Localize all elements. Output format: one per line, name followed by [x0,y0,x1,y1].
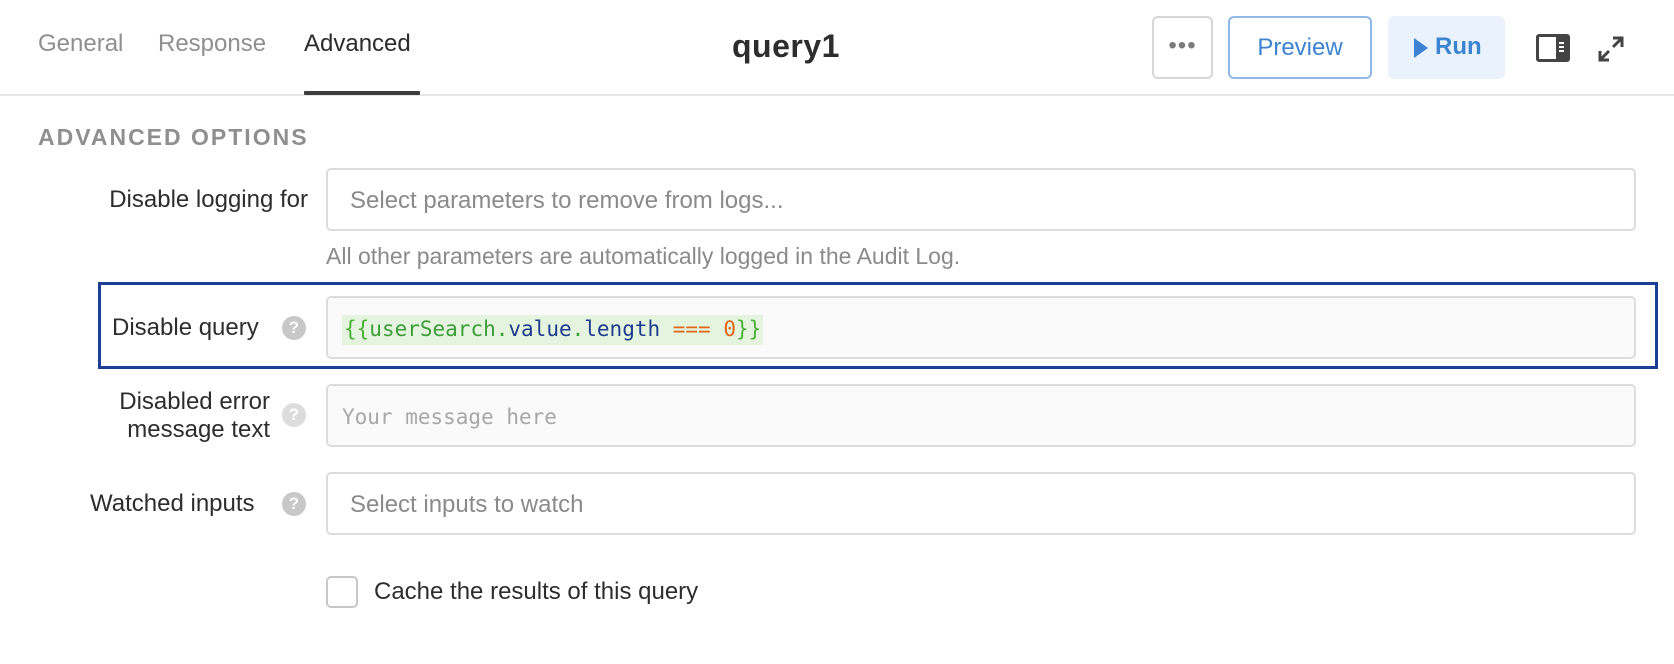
query-editor-header: General Response Advanced query1 ••• Pre… [0,0,1674,96]
preview-button[interactable]: Preview [1228,16,1372,79]
toggle-panel-icon[interactable] [1536,34,1570,62]
cache-results-checkbox[interactable] [326,576,358,608]
watched-inputs-placeholder: Select inputs to watch [350,491,584,518]
disabled-error-label-line2: message text [127,416,270,443]
disable-query-code: {{userSearch.value.length === 0}} [342,315,764,345]
play-icon [1414,38,1428,58]
query-title[interactable]: query1 [732,28,840,65]
cache-results-label[interactable]: Cache the results of this query [374,578,698,606]
watched-inputs-help-icon[interactable]: ? [282,492,306,516]
tab-general[interactable]: General [38,30,123,58]
audit-log-hint: All other parameters are automatically l… [326,243,961,269]
disabled-error-label-line1: Disabled error [119,388,270,415]
section-title: ADVANCED OPTIONS [38,124,309,150]
disable-logging-select[interactable]: Select parameters to remove from logs... [326,168,1636,231]
more-options-button[interactable]: ••• [1152,16,1213,79]
expand-icon[interactable] [1596,34,1626,64]
disable-logging-label: Disable logging for [109,186,308,213]
watched-inputs-select[interactable]: Select inputs to watch [326,472,1636,535]
more-icon: ••• [1168,32,1197,59]
disabled-error-label: Disabled error message text [90,388,270,444]
watched-inputs-label: Watched inputs [90,490,255,517]
active-tab-indicator [304,91,420,95]
disable-query-label: Disable query [112,314,259,341]
tab-response[interactable]: Response [158,30,266,58]
run-button-label: Run [1435,33,1482,60]
disable-query-help-icon[interactable]: ? [282,316,306,340]
disabled-error-input[interactable]: Your message here [326,384,1636,447]
run-button[interactable]: Run [1388,16,1505,79]
disable-query-input[interactable]: {{userSearch.value.length === 0}} [326,296,1636,359]
disabled-error-help-icon[interactable]: ? [282,403,306,427]
disable-logging-placeholder: Select parameters to remove from logs... [350,187,784,214]
tab-advanced[interactable]: Advanced [304,30,411,58]
disabled-error-placeholder: Your message here [342,405,557,429]
